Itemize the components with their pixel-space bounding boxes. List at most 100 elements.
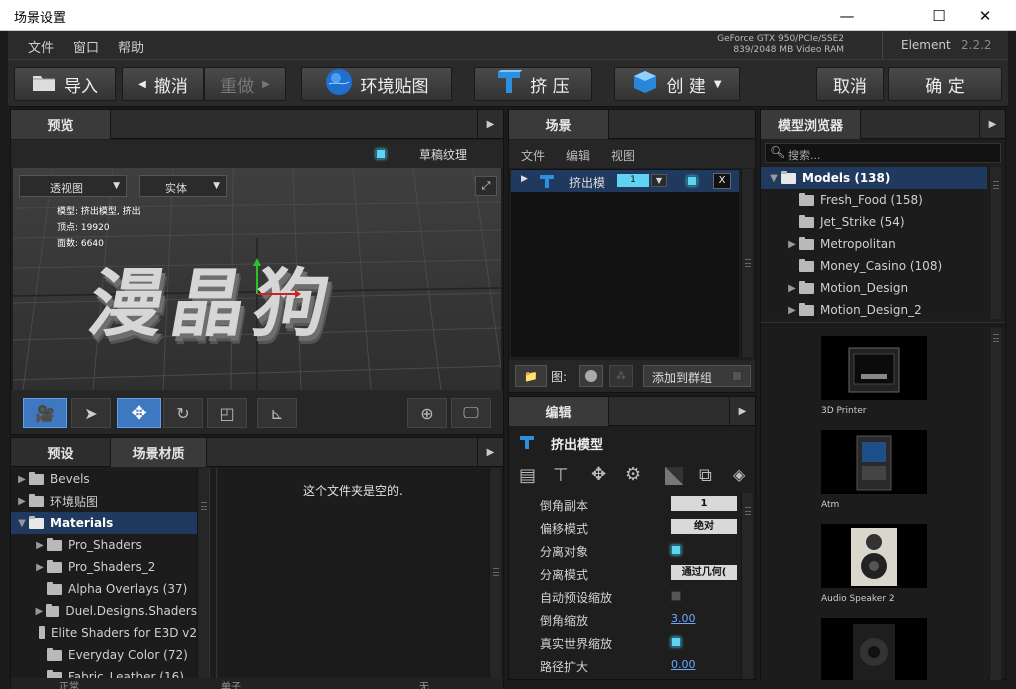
- minimize-button[interactable]: —: [824, 0, 870, 31]
- property-input[interactable]: 1: [671, 496, 737, 511]
- scene-scrollbar[interactable]: [741, 169, 753, 357]
- model-tree-item[interactable]: ▶ Motion_Design: [761, 277, 987, 299]
- thumb-audio-speaker[interactable]: [821, 524, 927, 588]
- property-number[interactable]: 0.00: [671, 658, 696, 671]
- add-to-group-checkbox[interactable]: [732, 371, 742, 381]
- model-tree-item[interactable]: ▶ Motion_Design_2: [761, 299, 987, 319]
- preset-tree-item[interactable]: ▶ 环境贴图: [11, 490, 197, 512]
- preset-tree-item[interactable]: ▶ Bevels: [11, 468, 197, 490]
- uv-map-icon[interactable]: ⧉: [699, 465, 712, 486]
- property-number[interactable]: 3.00: [671, 612, 696, 625]
- camera-tool-icon[interactable]: 🎥: [23, 398, 67, 428]
- select-tool-icon[interactable]: ➤: [71, 398, 111, 428]
- target-icon[interactable]: ⊕: [407, 398, 447, 428]
- model-tree-item[interactable]: Jet_Strike (54): [761, 211, 987, 233]
- expanded-arrow-icon[interactable]: ▼: [15, 518, 29, 529]
- property-checkbox[interactable]: [671, 545, 681, 555]
- thumb-speaker[interactable]: [821, 618, 927, 680]
- panel-arrow-icon[interactable]: ▶: [729, 397, 755, 426]
- menu-window[interactable]: 窗口: [73, 37, 99, 56]
- filter-value[interactable]: 无: [419, 678, 429, 689]
- close-button[interactable]: ✕: [962, 0, 1008, 31]
- expand-arrow-icon[interactable]: ▶: [15, 496, 29, 507]
- scale-tool-icon[interactable]: ◰: [207, 398, 247, 428]
- move-tool-icon[interactable]: ✥: [117, 398, 161, 428]
- model-tree-item[interactable]: Money_Casino (108): [761, 255, 987, 277]
- chevron-down-icon[interactable]: ▼: [651, 174, 667, 187]
- draft-texture-checkbox[interactable]: [376, 149, 386, 159]
- preset-tree-item[interactable]: ▶ Pro_Shaders: [11, 534, 197, 556]
- view-mode-dropdown[interactable]: 透视图 ▼: [19, 175, 127, 197]
- expand-arrow-icon[interactable]: ▶: [33, 606, 46, 617]
- cancel-button[interactable]: 取消: [816, 67, 884, 101]
- expanded-arrow-icon[interactable]: ▼: [767, 173, 781, 184]
- preset-tree-item[interactable]: Fabric_Leather (16): [11, 666, 197, 678]
- model-tree-item[interactable]: Fresh_Food (158): [761, 189, 987, 211]
- scene-menu-view[interactable]: 视图: [611, 147, 635, 164]
- property-input[interactable]: 通过几何(: [671, 565, 737, 580]
- preset-tree-item[interactable]: Alpha Overlays (37): [11, 578, 197, 600]
- thumbnails-scrollbar[interactable]: [989, 328, 1001, 680]
- expand-arrow-icon[interactable]: ▶: [785, 239, 799, 250]
- maximize-button[interactable]: ☐: [916, 0, 962, 31]
- expand-arrow-icon[interactable]: ▶: [521, 174, 528, 184]
- scene-item-number[interactable]: 1: [617, 174, 649, 187]
- box-icon[interactable]: ◈: [733, 465, 745, 484]
- move-icon[interactable]: ✥: [591, 464, 606, 485]
- expand-arrow-icon[interactable]: ▶: [33, 540, 47, 551]
- env-map-button[interactable]: 环境贴图: [301, 67, 452, 101]
- tab-scene-materials[interactable]: 场景材质: [111, 438, 207, 467]
- sphere-icon[interactable]: [579, 365, 603, 387]
- menu-file[interactable]: 文件: [28, 37, 54, 56]
- model-search-input[interactable]: 🔍︎ 搜索...: [765, 143, 1001, 163]
- material-icon[interactable]: [665, 467, 683, 485]
- preset-tree-item[interactable]: ▼ Materials: [11, 512, 197, 534]
- model-tree-scrollbar[interactable]: [989, 167, 1001, 319]
- splitter[interactable]: [209, 468, 217, 678]
- rotate-tool-icon[interactable]: ↻: [163, 398, 203, 428]
- axis-tool-icon[interactable]: ⊾: [257, 398, 297, 428]
- preset-tree-item[interactable]: Everyday Color (72): [11, 644, 197, 666]
- expand-arrow-icon[interactable]: ▶: [785, 305, 799, 316]
- tab-edit[interactable]: 编辑: [509, 397, 609, 426]
- scene-menu-edit[interactable]: 编辑: [566, 147, 590, 164]
- add-to-group-button[interactable]: 添加到群组: [643, 365, 751, 387]
- extrude-button[interactable]: 挤 压: [474, 67, 592, 101]
- expand-arrow-icon[interactable]: ▶: [785, 283, 799, 294]
- shade-mode-dropdown[interactable]: 实体 ▼: [139, 175, 227, 197]
- bevel-settings-icon[interactable]: ⊤: [553, 465, 569, 486]
- blend-mode-value[interactable]: 正常: [59, 678, 79, 689]
- tab-scene[interactable]: 场景: [509, 110, 609, 139]
- panel-arrow-icon[interactable]: ▶: [477, 110, 503, 139]
- fullscreen-icon[interactable]: ⤢: [475, 176, 497, 196]
- thumb-atm[interactable]: [821, 430, 927, 494]
- cluster-icon[interactable]: ⁂: [609, 365, 633, 387]
- expand-arrow-icon[interactable]: ▶: [15, 474, 29, 485]
- property-input[interactable]: 绝对: [671, 519, 737, 534]
- gear-icon[interactable]: ⚙: [625, 464, 641, 485]
- material-mode-value[interactable]: 单子: [221, 678, 241, 689]
- monitor-icon[interactable]: 🖵: [451, 398, 491, 428]
- transform-gizmo[interactable]: [241, 256, 301, 316]
- undo-button[interactable]: ◀ 撤消: [122, 67, 204, 101]
- presets-tree-scrollbar[interactable]: [197, 468, 209, 678]
- import-button[interactable]: 导入: [14, 67, 116, 101]
- scene-item-extrude[interactable]: ▶ 挤出模 1 ▼ X: [511, 170, 739, 192]
- property-checkbox[interactable]: [671, 637, 681, 647]
- edit-scrollbar[interactable]: [741, 493, 753, 679]
- tab-preview[interactable]: 预览: [11, 110, 111, 139]
- preset-tree-item[interactable]: Elite Shaders for E3D v2: [11, 622, 197, 644]
- preset-tree-item[interactable]: ▶ Duel.Designs.Shaders: [11, 600, 197, 622]
- create-button[interactable]: 创 建 ▼: [614, 67, 740, 101]
- scene-item-delete-button[interactable]: X: [713, 173, 731, 189]
- materials-scrollbar[interactable]: [489, 468, 501, 678]
- model-tree-item[interactable]: ▼ Models (138): [761, 167, 987, 189]
- tab-presets[interactable]: 预设: [11, 438, 111, 467]
- property-checkbox[interactable]: [671, 591, 681, 601]
- viewport[interactable]: 透视图 ▼ 实体 ▼ ⤢ 模型: 挤出模型, 挤出 顶点: 19920 面数: …: [13, 168, 501, 390]
- panel-arrow-icon[interactable]: ▶: [477, 438, 503, 467]
- menu-help[interactable]: 帮助: [118, 37, 144, 56]
- expand-arrow-icon[interactable]: ▶: [33, 562, 47, 573]
- scene-menu-file[interactable]: 文件: [521, 147, 545, 164]
- scene-item-visible-checkbox[interactable]: [687, 176, 697, 186]
